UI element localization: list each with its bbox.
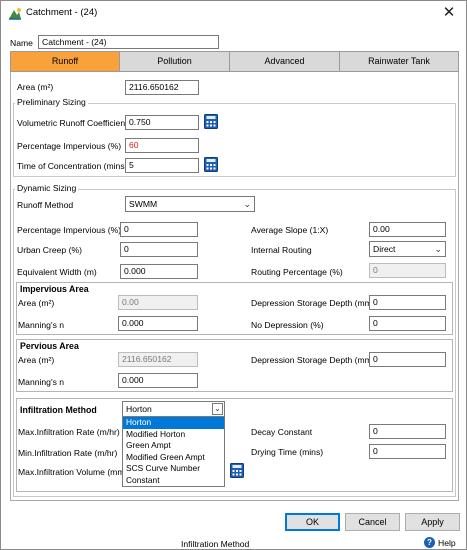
tab-rainwater-tank[interactable]: Rainwater Tank bbox=[339, 51, 459, 72]
calculator-icon[interactable] bbox=[230, 463, 244, 478]
imp-dep-storage-input[interactable]: 0 bbox=[369, 295, 446, 310]
pct-impervious-label: Percentage Impervious (%) bbox=[17, 141, 122, 151]
internal-routing-select[interactable]: Direct ⌄ bbox=[369, 241, 446, 257]
decay-label: Decay Constant bbox=[251, 427, 313, 437]
title-bar: Catchment - (24) ✕ bbox=[1, 1, 466, 27]
name-input[interactable]: Catchment - (24) bbox=[38, 35, 219, 49]
runoff-method-label: Runoff Method bbox=[17, 200, 74, 210]
time-conc-input[interactable]: 5 bbox=[125, 158, 199, 173]
pervious-area-title: Pervious Area bbox=[20, 341, 79, 351]
equiv-width-input[interactable]: 0.000 bbox=[120, 264, 198, 279]
runoff-method-value: SWMM bbox=[129, 199, 158, 209]
calculator-icon[interactable] bbox=[204, 157, 218, 172]
min-rate-label: Min.Infiltration Rate (m/hr) bbox=[18, 448, 118, 458]
area-input[interactable]: 2116.650162 bbox=[125, 80, 199, 95]
cancel-button[interactable]: Cancel bbox=[345, 513, 400, 531]
area-label: Area (m²) bbox=[17, 82, 54, 92]
no-depression-label: No Depression (%) bbox=[251, 320, 324, 330]
option-scs-curve-number[interactable]: SCS Curve Number bbox=[123, 463, 224, 475]
urban-creep-label: Urban Creep (%) bbox=[17, 245, 82, 255]
tab-pollution[interactable]: Pollution bbox=[119, 51, 230, 72]
status-text: Infiltration Method bbox=[181, 539, 250, 549]
option-green-ampt[interactable]: Green Ampt bbox=[123, 440, 224, 452]
calculator-icon[interactable] bbox=[204, 114, 218, 129]
avg-slope-input[interactable]: 0.00 bbox=[369, 222, 446, 237]
no-depression-input[interactable]: 0 bbox=[369, 316, 446, 331]
perv-dep-storage-label: Depression Storage Depth (mm) bbox=[251, 355, 375, 365]
catchment-dialog: Catchment - (24) ✕ Name Catchment - (24)… bbox=[0, 0, 467, 550]
internal-routing-label: Internal Routing bbox=[251, 245, 312, 255]
perv-mannings-label: Manning's n bbox=[18, 377, 65, 387]
option-modified-horton[interactable]: Modified Horton bbox=[123, 429, 224, 441]
tab-runoff[interactable]: Runoff bbox=[10, 51, 120, 72]
tab-bar: Runoff Pollution Advanced Rainwater Tank bbox=[10, 51, 459, 72]
dyn-pct-impervious-label: Percentage Impervious (%) bbox=[17, 225, 122, 235]
internal-routing-value: Direct bbox=[373, 244, 396, 254]
decay-input[interactable]: 0 bbox=[369, 424, 446, 439]
ok-button[interactable]: OK bbox=[285, 513, 340, 531]
option-horton[interactable]: Horton bbox=[123, 417, 224, 429]
urban-creep-input[interactable]: 0 bbox=[120, 242, 198, 257]
window-title: Catchment - (24) bbox=[26, 7, 98, 18]
runoff-coeff-label: Volumetric Runoff Coefficient bbox=[17, 118, 128, 128]
tab-advanced[interactable]: Advanced bbox=[229, 51, 340, 72]
max-volume-label: Max.Infiltration Volume (mm) bbox=[18, 467, 128, 477]
imp-area-label: Area (m²) bbox=[18, 298, 55, 308]
infiltration-method-select[interactable]: Horton ⌄ bbox=[122, 401, 225, 417]
infiltration-method-title: Infiltration Method bbox=[20, 405, 97, 415]
max-rate-label: Max.Infiltration Rate (m/hr) bbox=[18, 427, 120, 437]
dynamic-sizing-title: Dynamic Sizing bbox=[15, 183, 79, 193]
time-conc-label: Time of Concentration (mins) bbox=[17, 161, 128, 171]
help-icon[interactable]: ? bbox=[424, 537, 435, 548]
app-icon bbox=[9, 8, 21, 20]
option-constant[interactable]: Constant bbox=[123, 475, 224, 487]
chevron-down-icon: ⌄ bbox=[243, 199, 251, 209]
close-icon[interactable]: ✕ bbox=[437, 3, 461, 23]
apply-button[interactable]: Apply bbox=[405, 513, 460, 531]
chevron-down-icon: ⌄ bbox=[434, 244, 442, 254]
avg-slope-label: Average Slope (1:X) bbox=[251, 225, 329, 235]
chevron-down-icon: ⌄ bbox=[212, 403, 223, 415]
routing-pct-label: Routing Percentage (%) bbox=[251, 267, 343, 277]
infiltration-method-dropdown: Horton Modified Horton Green Ampt Modifi… bbox=[122, 416, 225, 487]
imp-dep-storage-label: Depression Storage Depth (mm) bbox=[251, 298, 375, 308]
perv-mannings-input[interactable]: 0.000 bbox=[118, 373, 198, 388]
runoff-method-select[interactable]: SWMM ⌄ bbox=[125, 196, 255, 212]
drying-label: Drying Time (mins) bbox=[251, 447, 324, 457]
infiltration-method-value: Horton bbox=[126, 404, 152, 414]
routing-pct-input[interactable]: 0 bbox=[369, 263, 446, 278]
perv-area-input[interactable]: 2116.650162 bbox=[118, 352, 198, 367]
pct-impervious-input[interactable]: 60 bbox=[125, 138, 199, 153]
option-modified-green-ampt[interactable]: Modified Green Ampt bbox=[123, 452, 224, 464]
equiv-width-label: Equivalent Width (m) bbox=[17, 267, 97, 277]
impervious-area-title: Impervious Area bbox=[20, 284, 89, 294]
preliminary-sizing-title: Preliminary Sizing bbox=[15, 97, 88, 107]
runoff-coeff-input[interactable]: 0.750 bbox=[125, 115, 199, 130]
name-label: Name bbox=[10, 38, 33, 48]
drying-input[interactable]: 0 bbox=[369, 444, 446, 459]
imp-area-input[interactable]: 0.00 bbox=[118, 295, 198, 310]
imp-mannings-label: Manning's n bbox=[18, 320, 65, 330]
imp-mannings-input[interactable]: 0.000 bbox=[118, 316, 198, 331]
help-link[interactable]: Help bbox=[438, 538, 456, 548]
perv-dep-storage-input[interactable]: 0 bbox=[369, 352, 446, 367]
perv-area-label: Area (m²) bbox=[18, 355, 55, 365]
dyn-pct-impervious-input[interactable]: 0 bbox=[120, 222, 198, 237]
